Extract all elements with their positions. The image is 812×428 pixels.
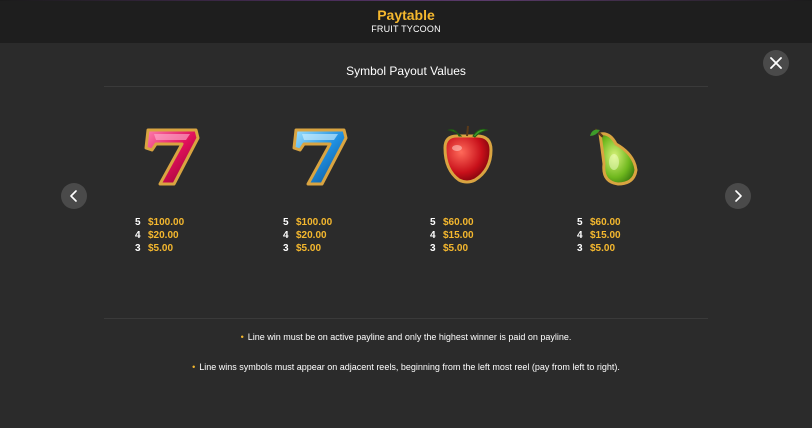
divider-bottom xyxy=(104,318,708,319)
payout-row: 4 $20.00 xyxy=(283,230,327,241)
symbol-card-blue-seven: 5 $100.00 4 $20.00 3 $5.00 xyxy=(258,118,378,268)
chevron-left-icon xyxy=(70,190,77,202)
rule-item: • Line wins symbols must appear on adjace… xyxy=(0,362,812,372)
blue-seven-icon xyxy=(292,128,348,186)
pear-icon xyxy=(590,128,638,186)
payout-row: 3 $5.00 xyxy=(283,243,322,254)
bullet: • xyxy=(240,332,244,342)
payout-row: 5 $100.00 xyxy=(135,217,185,228)
rule-item: • Line win must be on active payline and … xyxy=(0,332,812,342)
payout-list: 5 $100.00 4 $20.00 3 $5.00 xyxy=(283,216,332,255)
payout-row: 5 $60.00 xyxy=(430,217,474,228)
symbol-card-pear: 5 $60.00 4 $15.00 3 $5.00 xyxy=(552,118,672,268)
payout-row: 3 $5.00 xyxy=(135,243,174,254)
payout-list: 5 $60.00 4 $15.00 3 $5.00 xyxy=(430,216,474,255)
payout-list: 5 $100.00 4 $20.00 3 $5.00 xyxy=(135,216,184,255)
top-accent-line xyxy=(0,0,812,1)
chevron-right-icon xyxy=(735,190,742,202)
symbol-card-red-seven: 5 $100.00 4 $20.00 3 $5.00 xyxy=(110,118,230,268)
symbol-card-strawberry: 5 $60.00 4 $15.00 3 $5.00 xyxy=(405,118,525,268)
section-title: Symbol Payout Values xyxy=(346,64,466,78)
next-page-button[interactable] xyxy=(725,183,751,209)
page-title: Paytable xyxy=(377,7,435,23)
rule-text: Line wins symbols must appear on adjacen… xyxy=(199,362,620,372)
header: Paytable FRUIT TYCOON xyxy=(0,0,812,43)
bullet: • xyxy=(192,362,196,372)
divider-top xyxy=(104,86,708,87)
red-seven-icon xyxy=(144,128,200,186)
previous-page-button[interactable] xyxy=(61,183,87,209)
payout-row: 3 $5.00 xyxy=(577,243,616,254)
payout-row: 3 $5.00 xyxy=(430,243,469,254)
payout-list: 5 $60.00 4 $15.00 3 $5.00 xyxy=(577,216,621,255)
payout-row: 5 $100.00 xyxy=(283,217,333,228)
game-name: FRUIT TYCOON xyxy=(371,24,441,34)
payout-row: 4 $15.00 xyxy=(577,230,621,241)
payout-row: 4 $20.00 xyxy=(135,230,179,241)
rule-text: Line win must be on active payline and o… xyxy=(247,332,572,342)
payout-row: 4 $15.00 xyxy=(430,230,474,241)
strawberry-icon xyxy=(443,125,493,184)
payout-row: 5 $60.00 xyxy=(577,217,621,228)
